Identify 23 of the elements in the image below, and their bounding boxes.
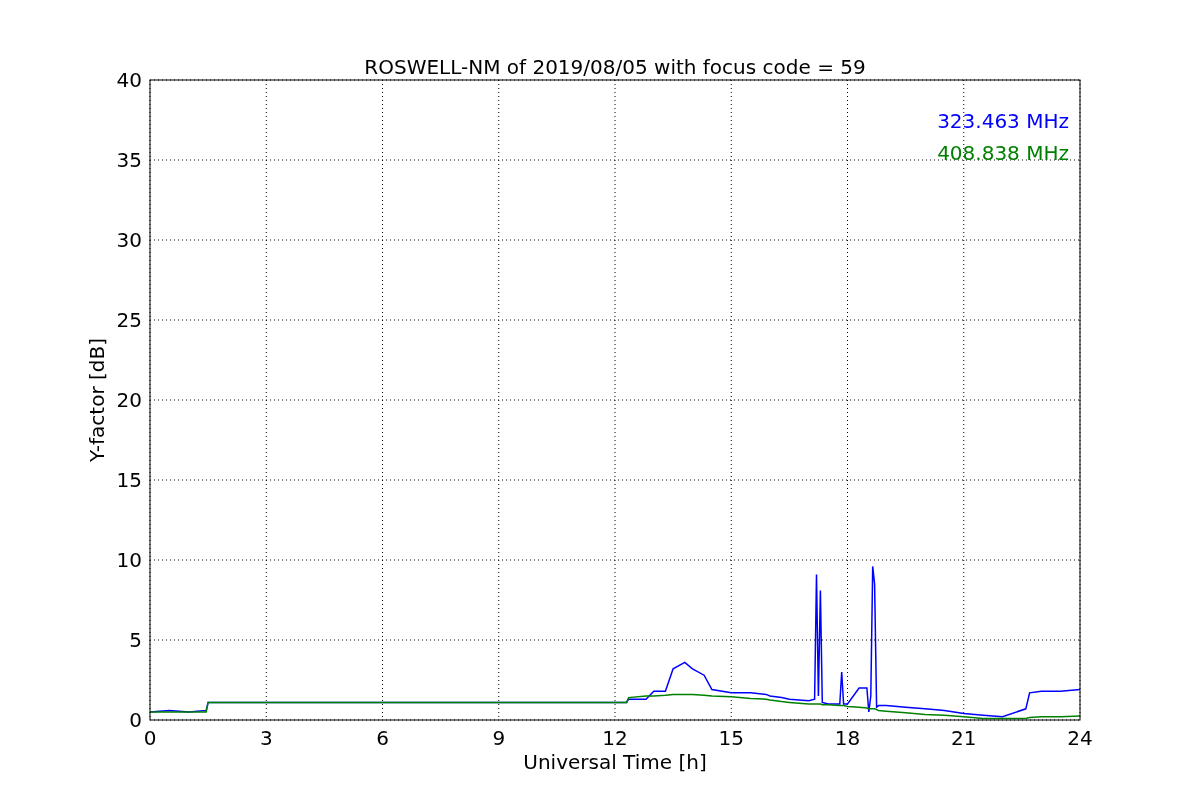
chart-title: ROSWELL-NM of 2019/08/05 with focus code = 59	[364, 55, 866, 79]
x-axis-label: Universal Time [h]	[523, 750, 707, 774]
x-tick-label: 15	[718, 726, 744, 750]
y-axis-label: Y-factor [dB]	[85, 338, 109, 462]
y-tick-label: 5	[129, 628, 142, 652]
y-tick-label: 15	[116, 468, 142, 492]
legend-label: 408.838 MHz	[937, 141, 1069, 165]
x-tick-label: 24	[1067, 726, 1093, 750]
y-tick-label: 30	[116, 228, 142, 252]
x-tick-label: 0	[143, 726, 157, 750]
x-tick-label: 21	[951, 726, 977, 750]
y-tick-label: 25	[116, 308, 142, 332]
x-tick-label: 6	[376, 726, 389, 750]
legend-label: 323.463 MHz	[937, 109, 1069, 133]
x-tick-label: 18	[834, 726, 861, 750]
x-tick-label: 3	[259, 726, 273, 750]
y-tick-label: 0	[129, 708, 142, 732]
x-tick-label: 12	[602, 726, 628, 750]
y-tick-label: 20	[116, 388, 142, 412]
y-tick-label: 40	[116, 68, 142, 92]
y-tick-label: 10	[116, 548, 142, 572]
y-tick-label: 35	[116, 148, 142, 172]
x-tick-label: 9	[492, 726, 506, 750]
